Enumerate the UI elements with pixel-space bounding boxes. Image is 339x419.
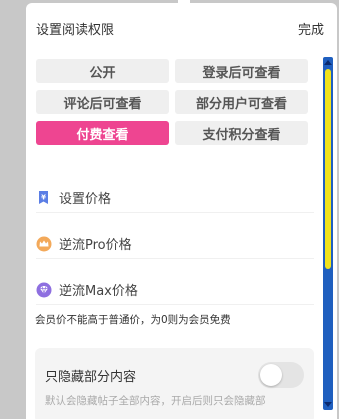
scroll-up-icon[interactable] [324,60,332,65]
option-comment-to-view[interactable]: 评论后可查看 [36,90,169,114]
member-price-note: 会员价不能高于普通价，为0则为会员免费 [35,314,231,326]
price-row-standard[interactable]: ¥ 设置价格 [36,183,314,213]
partial-hide-description: 默认会隐藏帖子全部内容，开启后则只会隐藏部 [45,395,266,407]
panel-title: 设置阅读权限 [36,23,115,38]
price-row-max[interactable]: 逆流Max价格 [36,275,314,305]
toggle-knob [260,364,282,386]
svg-text:¥: ¥ [41,193,46,201]
option-paid-view[interactable]: 付费查看 [36,121,169,145]
scrollbar-thumb[interactable] [325,69,331,269]
option-login-to-view[interactable]: 登录后可查看 [175,59,308,83]
price-row-pro[interactable]: 逆流Pro价格 [36,229,314,259]
panel-header: 设置阅读权限 完成 [26,3,337,51]
option-points-view[interactable]: 支付积分查看 [175,121,308,145]
partial-hide-title: 只隐藏部分内容 [45,370,137,385]
price-row-label: 逆流Max价格 [59,284,138,299]
partial-hide-section: 只隐藏部分内容 默认会隐藏帖子全部内容，开启后则只会隐藏部 [35,348,314,419]
option-some-users[interactable]: 部分用户可查看 [175,90,308,114]
diamond-icon [36,282,52,298]
option-public[interactable]: 公开 [36,59,169,83]
scrollbar[interactable] [323,57,333,410]
read-permission-panel: 设置阅读权限 完成 公开 登录后可查看 评论后可查看 部分用户可查看 付费查看 … [26,3,337,419]
crown-icon [36,236,52,252]
price-row-label: 逆流Pro价格 [59,238,132,253]
price-tag-icon: ¥ [36,190,52,206]
partial-hide-toggle[interactable] [258,362,304,388]
done-button[interactable]: 完成 [298,19,324,38]
price-row-label: 设置价格 [59,192,112,207]
scroll-down-icon[interactable] [324,402,332,407]
